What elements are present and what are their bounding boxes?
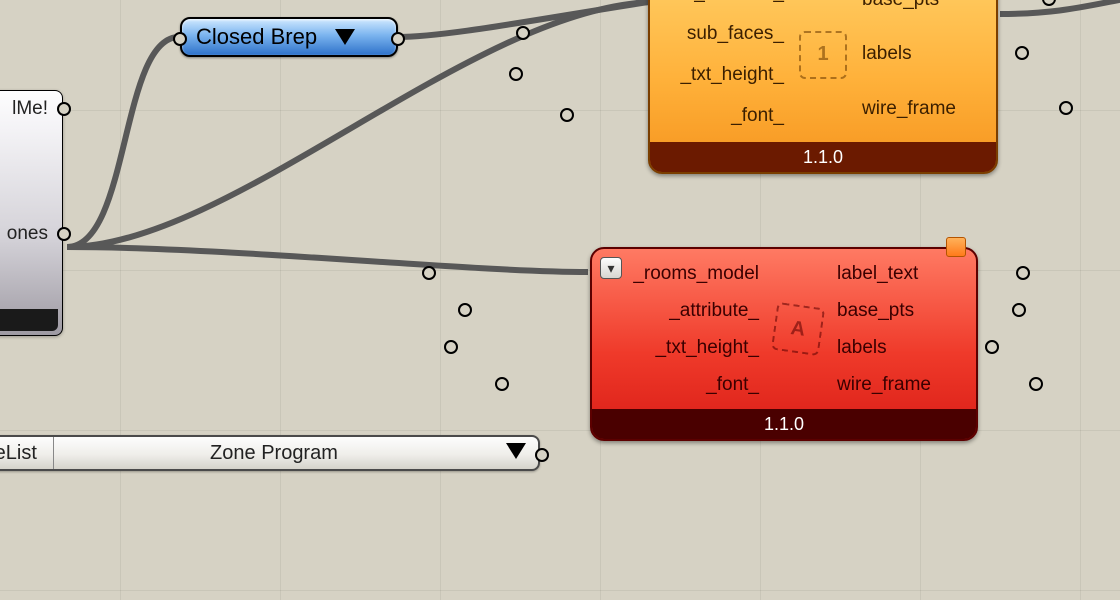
dropdown-icon[interactable] xyxy=(335,29,355,45)
input-sub-faces[interactable]: sub_faces_ xyxy=(687,21,784,47)
output-port[interactable] xyxy=(1016,266,1030,280)
component-icon xyxy=(799,31,847,79)
input-port[interactable] xyxy=(458,303,472,317)
output-wire-frame[interactable]: wire_frame xyxy=(837,372,931,398)
input-rooms-model[interactable]: _rooms_model xyxy=(633,261,759,287)
panel-footer xyxy=(0,309,58,331)
attr-center-label: Zone Program xyxy=(54,442,494,465)
output-base-pts[interactable]: base_pts xyxy=(837,298,914,324)
input-port[interactable] xyxy=(173,32,187,46)
param-label: Closed Brep xyxy=(196,24,317,50)
input-font[interactable]: _font_ xyxy=(706,372,759,398)
input-attribute[interactable]: _attribute_ xyxy=(669,298,759,324)
attribute-list-capsule[interactable]: uteList Zone Program xyxy=(0,435,540,471)
component-version: 1.1.0 xyxy=(650,142,996,172)
attr-left-label: uteList xyxy=(0,442,53,465)
input-txt-height[interactable]: _txt_height_ xyxy=(655,335,759,361)
component-version: 1.1.0 xyxy=(592,409,976,439)
input-port[interactable] xyxy=(516,26,530,40)
output-label-text[interactable]: label_text xyxy=(837,261,918,287)
component-vis-faces[interactable]: _attribute_ sub_faces_ _txt_height_ _fon… xyxy=(648,0,998,174)
output-port[interactable] xyxy=(1029,377,1043,391)
output-labels[interactable]: labels xyxy=(837,335,887,361)
component-vis-rooms[interactable]: ▾ _rooms_model _attribute_ _txt_height_ … xyxy=(590,247,978,441)
panel-output-label: ones xyxy=(7,223,48,244)
input-port[interactable] xyxy=(444,340,458,354)
param-closed-brep[interactable]: Closed Brep xyxy=(180,17,398,57)
panel-output-ones[interactable]: ones xyxy=(0,216,62,251)
panel-output-label: lMe! xyxy=(12,98,48,119)
input-port[interactable] xyxy=(560,108,574,122)
input-port[interactable] xyxy=(422,266,436,280)
dropdown-icon[interactable] xyxy=(494,442,538,465)
output-wire-frame[interactable]: wire_frame xyxy=(862,96,956,122)
output-port[interactable] xyxy=(1059,101,1073,115)
output-port[interactable] xyxy=(985,340,999,354)
output-base-pts[interactable]: base_pts xyxy=(862,0,939,13)
panel-output-runme[interactable]: lMe! xyxy=(0,91,62,126)
output-port[interactable] xyxy=(57,102,71,116)
input-font[interactable]: _font_ xyxy=(731,103,784,129)
output-labels[interactable]: labels xyxy=(862,41,912,67)
output-port[interactable] xyxy=(391,32,405,46)
panel-misc[interactable]: lMe! ones xyxy=(0,90,63,336)
output-port[interactable] xyxy=(1012,303,1026,317)
component-icon: A xyxy=(771,302,825,356)
output-port[interactable] xyxy=(57,227,71,241)
input-txt-height[interactable]: _txt_height_ xyxy=(680,62,784,88)
input-attribute[interactable]: _attribute_ xyxy=(694,0,784,6)
output-port[interactable] xyxy=(535,448,549,462)
input-port[interactable] xyxy=(495,377,509,391)
